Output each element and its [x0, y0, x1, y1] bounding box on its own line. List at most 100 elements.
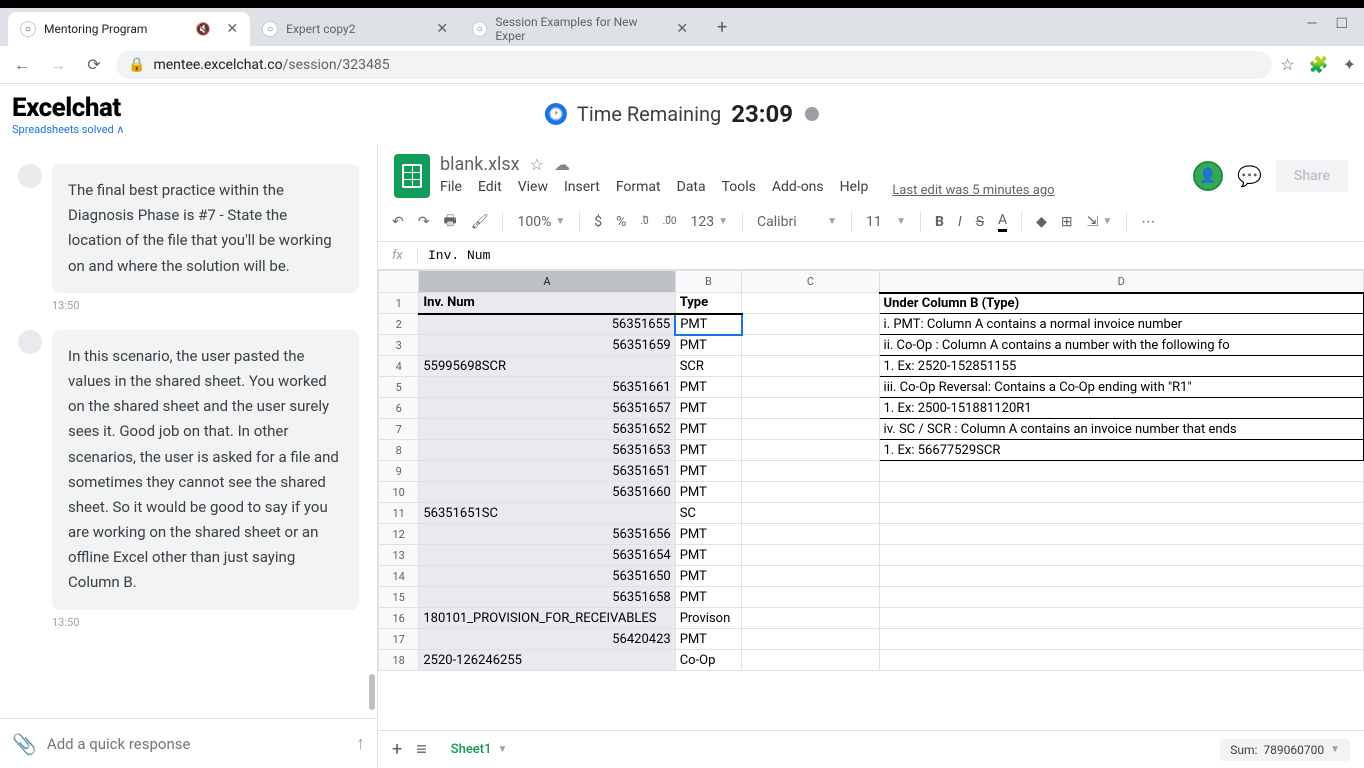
undo-button[interactable]: ↶ — [392, 214, 404, 230]
star-icon[interactable]: ☆ — [1280, 55, 1294, 74]
merge-button[interactable]: ⇲ ▼ — [1087, 214, 1113, 230]
forward-button[interactable]: → — [44, 51, 72, 79]
cell[interactable]: 180101_PROVISION_FOR_RECEIVABLES — [419, 608, 675, 629]
add-sheet-button[interactable]: + — [392, 739, 402, 760]
text-color-button[interactable]: A — [998, 212, 1007, 232]
print-button[interactable]: 🖶 — [443, 210, 456, 234]
menu-tools[interactable]: Tools — [722, 179, 756, 198]
sheet-tab[interactable]: Sheet1 ▼ — [441, 736, 518, 763]
row-header[interactable]: 13 — [379, 545, 419, 566]
cell[interactable] — [742, 419, 879, 440]
chat-input[interactable] — [47, 735, 346, 753]
row-header[interactable]: 1 — [379, 293, 419, 314]
share-button[interactable]: Share — [1276, 160, 1348, 192]
all-sheets-button[interactable]: ≡ — [416, 739, 427, 760]
cell[interactable]: PMT — [675, 314, 742, 335]
cell[interactable] — [742, 440, 879, 461]
select-all-cell[interactable] — [379, 271, 419, 293]
cell[interactable] — [879, 461, 1363, 482]
menu-addons[interactable]: Add-ons — [772, 179, 824, 198]
column-header-A[interactable]: A — [419, 271, 675, 293]
cell[interactable] — [879, 482, 1363, 503]
close-icon[interactable]: ✕ — [676, 21, 688, 37]
cell[interactable] — [742, 461, 879, 482]
cell[interactable]: i. PMT: Column A contains a normal invoi… — [879, 314, 1363, 335]
zoom-select[interactable]: 100% ▼ — [517, 214, 565, 230]
row-header[interactable]: 3 — [379, 335, 419, 356]
cell[interactable] — [879, 503, 1363, 524]
menu-format[interactable]: Format — [616, 179, 661, 198]
column-header-C[interactable]: C — [742, 271, 879, 293]
cell[interactable]: PMT — [675, 587, 742, 608]
row-header[interactable]: 15 — [379, 587, 419, 608]
italic-button[interactable]: I — [958, 214, 962, 230]
cell[interactable]: PMT — [675, 419, 742, 440]
cell[interactable] — [742, 524, 879, 545]
window-maximize[interactable]: ☐ — [1335, 16, 1348, 32]
cell[interactable] — [879, 524, 1363, 545]
cell[interactable]: PMT — [675, 440, 742, 461]
cell[interactable]: ii. Co-Op : Column A contains a number w… — [879, 335, 1363, 356]
strike-button[interactable]: S — [976, 214, 984, 230]
cell[interactable]: PMT — [675, 629, 742, 650]
puzzle-icon[interactable]: ✦ — [1343, 55, 1356, 74]
cell[interactable] — [742, 650, 879, 671]
attach-icon[interactable]: 📎 — [12, 732, 37, 756]
cell[interactable] — [879, 650, 1363, 671]
row-header[interactable]: 8 — [379, 440, 419, 461]
column-header-B[interactable]: B — [675, 271, 742, 293]
cell[interactable]: 55995698SCR — [419, 356, 675, 377]
cell[interactable]: 56351659 — [419, 335, 675, 356]
row-header[interactable]: 11 — [379, 503, 419, 524]
cell[interactable] — [742, 398, 879, 419]
cell[interactable] — [742, 608, 879, 629]
cell[interactable]: PMT — [675, 461, 742, 482]
row-header[interactable]: 17 — [379, 629, 419, 650]
close-icon[interactable]: ✕ — [226, 21, 238, 37]
cell[interactable]: 56351650 — [419, 566, 675, 587]
format-select[interactable]: 123▼ — [691, 214, 729, 230]
cell[interactable] — [742, 566, 879, 587]
cell[interactable]: PMT — [675, 335, 742, 356]
menu-help[interactable]: Help — [840, 179, 869, 198]
spreadsheet-grid[interactable]: ABCD1Inv. NumTypeUnder Column B (Type)25… — [378, 270, 1364, 730]
cell[interactable]: 1. Ex: 2520-152851155 — [879, 356, 1363, 377]
row-header[interactable]: 14 — [379, 566, 419, 587]
cell[interactable]: 56351657 — [419, 398, 675, 419]
formula-input[interactable]: Inv. Num — [418, 248, 490, 263]
cell[interactable]: 56351651 — [419, 461, 675, 482]
row-header[interactable]: 10 — [379, 482, 419, 503]
row-header[interactable]: 5 — [379, 377, 419, 398]
row-header[interactable]: 18 — [379, 650, 419, 671]
tab-expert[interactable]: ○ Expert copy2 ✕ — [250, 12, 460, 46]
cell[interactable] — [742, 335, 879, 356]
cell[interactable]: PMT — [675, 377, 742, 398]
new-tab-button[interactable]: + — [708, 13, 736, 41]
row-header[interactable]: 9 — [379, 461, 419, 482]
cell[interactable]: SC — [675, 503, 742, 524]
currency-button[interactable]: $ — [594, 214, 602, 230]
cell[interactable] — [742, 356, 879, 377]
cell[interactable] — [879, 566, 1363, 587]
cell[interactable] — [742, 545, 879, 566]
cell[interactable] — [742, 503, 879, 524]
dec-decimal-button[interactable]: .0← — [640, 216, 648, 227]
cell[interactable]: Co-Op — [675, 650, 742, 671]
cell[interactable]: 56351653 — [419, 440, 675, 461]
tab-mentoring[interactable]: ○ Mentoring Program 🔇 ✕ — [8, 12, 250, 46]
cell[interactable]: PMT — [675, 524, 742, 545]
tab-session-examples[interactable]: ○ Session Examples for New Exper ✕ — [460, 12, 700, 46]
cell[interactable]: 56351658 — [419, 587, 675, 608]
menu-edit[interactable]: Edit — [478, 179, 502, 198]
cell[interactable]: PMT — [675, 566, 742, 587]
cell[interactable] — [879, 545, 1363, 566]
last-edit-link[interactable]: Last edit was 5 minutes ago — [892, 183, 1054, 198]
info-icon[interactable] — [805, 107, 819, 121]
cell[interactable]: Provison — [675, 608, 742, 629]
star-icon[interactable]: ☆ — [530, 155, 544, 174]
extension-icon[interactable]: 🧩 — [1309, 55, 1329, 74]
scrollbar-thumb[interactable] — [369, 674, 375, 710]
cell[interactable]: PMT — [675, 545, 742, 566]
menu-file[interactable]: File — [440, 179, 462, 198]
more-button[interactable]: ⋯ — [1141, 214, 1155, 230]
